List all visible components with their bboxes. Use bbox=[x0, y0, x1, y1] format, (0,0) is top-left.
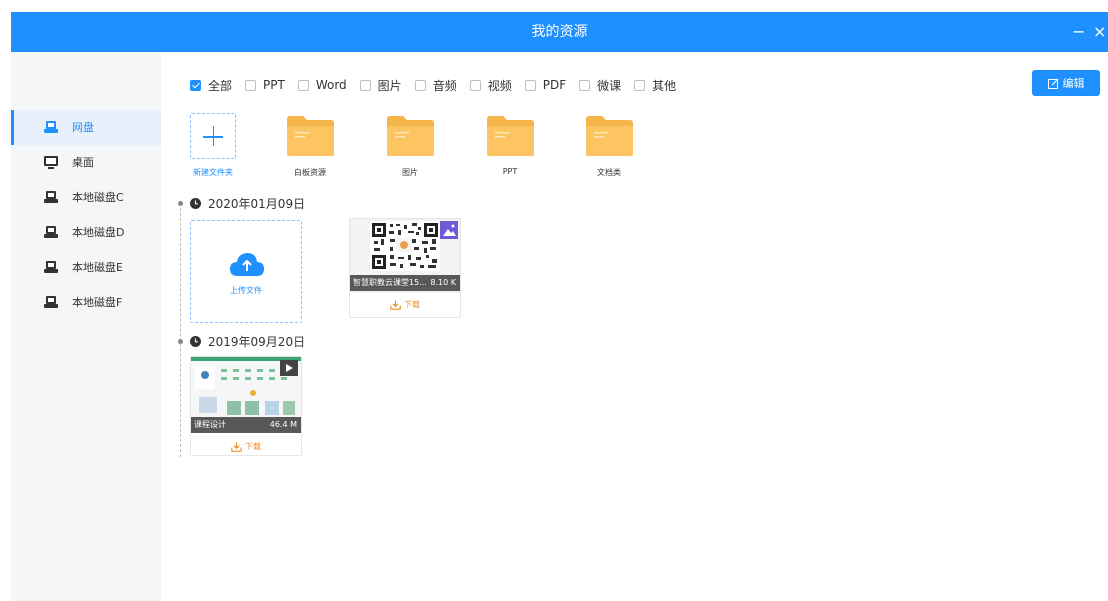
edit-button-label: 编辑 bbox=[1062, 77, 1085, 90]
checkbox[interactable] bbox=[190, 79, 201, 91]
file-type-filters: 全部 PPT Word 图片 音频 视频 PDF 微课 其他 bbox=[190, 76, 689, 94]
filter-label: PDF bbox=[542, 78, 567, 92]
timeline-date: 2020年01月09日 bbox=[190, 195, 305, 211]
filter-label: 音频 bbox=[432, 78, 457, 93]
timeline-date-label: 2019年09月20日 bbox=[208, 334, 306, 349]
file-name-bar: 课程设计 46.4 M bbox=[191, 417, 301, 433]
disk-icon bbox=[44, 226, 58, 238]
filter-label: 图片 bbox=[377, 78, 402, 93]
file-name: 智慧职教云课堂15... bbox=[353, 278, 427, 287]
clock-icon bbox=[190, 197, 201, 209]
filter-ppt[interactable]: PPT bbox=[245, 78, 285, 92]
checkbox[interactable] bbox=[579, 79, 591, 91]
file-card[interactable]: 课程设计 46.4 M 下载 bbox=[190, 356, 302, 456]
sidebar-item-disk-c[interactable]: 本地磁盘C bbox=[11, 180, 161, 215]
filter-image[interactable]: 图片 bbox=[359, 77, 402, 94]
edit-button[interactable]: 编辑 bbox=[1032, 70, 1100, 96]
cloud-drive-icon bbox=[44, 121, 58, 133]
download-icon bbox=[390, 300, 401, 310]
filter-label: PPT bbox=[263, 78, 285, 92]
disk-icon bbox=[44, 296, 58, 308]
folder-icon[interactable] bbox=[387, 116, 434, 156]
filter-audio[interactable]: 音频 bbox=[414, 77, 457, 94]
download-button[interactable]: 下载 bbox=[350, 299, 460, 310]
disk-icon bbox=[44, 191, 58, 203]
download-icon bbox=[231, 442, 242, 452]
filter-label: 全部 bbox=[208, 78, 233, 93]
window-title: 我的资源 bbox=[531, 24, 588, 40]
file-name: 课程设计 bbox=[194, 420, 226, 429]
filter-label: 视频 bbox=[487, 78, 512, 93]
upload-label: 上传文件 bbox=[230, 286, 262, 295]
file-size: 46.4 M bbox=[269, 420, 297, 429]
checkbox[interactable] bbox=[245, 79, 257, 91]
download-button[interactable]: 下载 bbox=[191, 441, 301, 452]
disk-icon bbox=[44, 261, 58, 273]
sidebar-item-disk-f[interactable]: 本地磁盘F bbox=[11, 285, 161, 320]
sidebar-item-desktop[interactable]: 桌面 bbox=[11, 145, 161, 180]
upload-file-button[interactable]: 上传文件 bbox=[190, 220, 302, 323]
sidebar-item-label: 网盘 bbox=[72, 121, 94, 134]
title-bar: 我的资源 − × bbox=[11, 12, 1108, 52]
folder-label: 白板资源 bbox=[294, 168, 326, 177]
cloud-upload-icon bbox=[230, 253, 264, 276]
checkbox[interactable] bbox=[414, 79, 426, 91]
download-label: 下载 bbox=[245, 442, 261, 451]
sidebar-item-cloud-drive[interactable]: 网盘 bbox=[11, 110, 161, 145]
filter-other[interactable]: 其他 bbox=[634, 77, 676, 94]
sidebar: 网盘 桌面 本地磁盘C 本地磁盘D 本地磁盘E 本地磁盘F bbox=[11, 52, 161, 601]
close-button[interactable]: × bbox=[1093, 12, 1106, 52]
sidebar-item-label: 本地磁盘C bbox=[72, 191, 124, 204]
checkbox[interactable] bbox=[359, 79, 371, 91]
sidebar-item-label: 本地磁盘E bbox=[72, 261, 123, 274]
file-card[interactable]: 智慧职教云课堂15... 8.10 K 下载 bbox=[349, 218, 461, 318]
download-label: 下载 bbox=[404, 300, 420, 309]
checkbox[interactable] bbox=[469, 79, 481, 91]
sidebar-item-label: 本地磁盘D bbox=[72, 226, 125, 239]
file-name-bar: 智慧职教云课堂15... 8.10 K bbox=[350, 275, 460, 291]
minimize-button[interactable]: − bbox=[1072, 12, 1085, 52]
timeline-date: 2019年09月20日 bbox=[190, 333, 305, 349]
file-size: 8.10 K bbox=[430, 278, 456, 287]
folder-icon[interactable] bbox=[586, 116, 633, 156]
checkbox[interactable] bbox=[297, 79, 309, 91]
new-folder-button[interactable] bbox=[190, 113, 236, 159]
filter-label: Word bbox=[315, 78, 347, 92]
desktop-icon bbox=[44, 156, 58, 169]
folder-icon[interactable] bbox=[287, 116, 334, 156]
timeline-dot bbox=[178, 339, 183, 344]
qr-code-image bbox=[370, 221, 458, 271]
folder-label: PPT bbox=[502, 167, 518, 176]
sidebar-item-label: 本地磁盘F bbox=[72, 296, 123, 309]
edit-icon bbox=[1047, 78, 1058, 89]
timeline-date-label: 2020年01月09日 bbox=[208, 196, 306, 211]
resource-window: 我的资源 − × 网盘 桌面 本地磁盘C 本地磁盘D 本地磁盘E 本地磁盘F 全… bbox=[0, 0, 1108, 601]
filter-label: 其他 bbox=[652, 78, 677, 93]
filter-pdf[interactable]: PDF bbox=[524, 78, 567, 92]
timeline-dot bbox=[178, 201, 183, 206]
sidebar-item-disk-d[interactable]: 本地磁盘D bbox=[11, 215, 161, 250]
folder-icon[interactable] bbox=[487, 116, 534, 156]
new-folder-label: 新建文件夹 bbox=[193, 168, 233, 177]
filter-microlesson[interactable]: 微课 bbox=[579, 77, 621, 94]
sidebar-item-disk-e[interactable]: 本地磁盘E bbox=[11, 250, 161, 285]
timeline-line bbox=[180, 203, 181, 457]
checkbox[interactable] bbox=[634, 79, 646, 91]
filter-video[interactable]: 视频 bbox=[469, 77, 512, 94]
checkbox[interactable] bbox=[524, 79, 536, 91]
folder-label: 图片 bbox=[402, 168, 418, 177]
folder-label: 文档类 bbox=[597, 168, 621, 177]
filter-word[interactable]: Word bbox=[297, 78, 347, 92]
filter-label: 微课 bbox=[597, 78, 622, 93]
sidebar-item-label: 桌面 bbox=[72, 156, 94, 169]
clock-icon bbox=[190, 335, 201, 347]
filter-all[interactable]: 全部 bbox=[190, 77, 232, 94]
